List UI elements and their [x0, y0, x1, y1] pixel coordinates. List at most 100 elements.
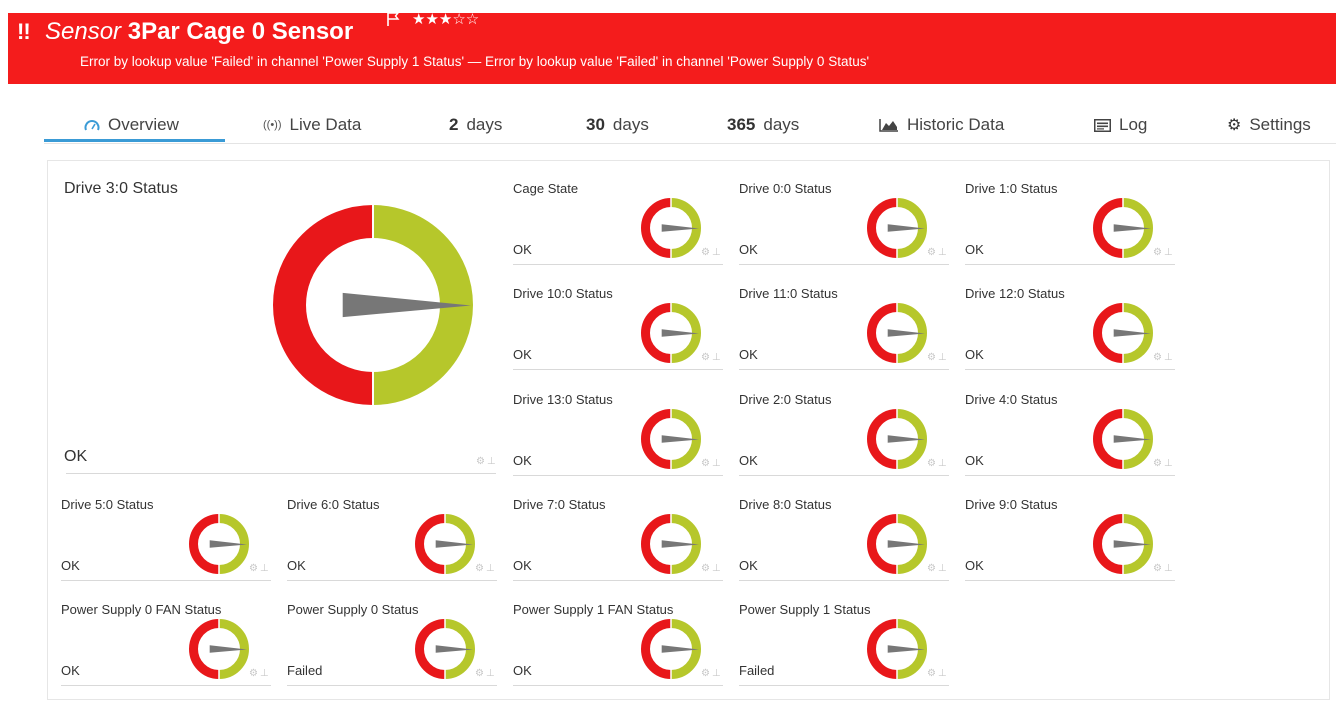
gauge-settings-icon[interactable]: ⚙: [927, 563, 938, 574]
gauge-settings-icon[interactable]: ⚙: [475, 668, 486, 679]
gauge-tools: ⚙⊥: [1153, 247, 1175, 258]
tab-label: days: [612, 115, 649, 134]
pin-icon[interactable]: ⊥: [938, 352, 949, 363]
gauge-value: OK: [61, 558, 80, 573]
gauge-dial: [867, 408, 927, 470]
tab-settings[interactable]: ⚙ Settings: [1227, 108, 1311, 142]
gauge-underline: [965, 475, 1175, 476]
gauge-underline: [739, 685, 949, 686]
gauge-settings-icon[interactable]: ⚙: [1153, 352, 1164, 363]
gauge-name: Drive 0:0 Status: [739, 181, 832, 196]
gauge-settings-icon[interactable]: ⚙: [701, 563, 712, 574]
tab-overview[interactable]: Overview: [84, 108, 179, 142]
gauge-settings-icon[interactable]: ⚙: [927, 247, 938, 258]
gauge-tile-drive-8[interactable]: Drive 8:0 Status OK ⚙⊥: [731, 497, 949, 583]
gauge-settings-icon[interactable]: ⚙: [249, 563, 260, 574]
gauge-settings-icon[interactable]: ⚙: [927, 668, 938, 679]
gauge-wrapper: [640, 618, 702, 685]
gauge-underline: [965, 264, 1175, 265]
gauge-settings-icon[interactable]: ⚙: [701, 668, 712, 679]
pin-icon[interactable]: ⊥: [938, 458, 949, 469]
gauge-dial: [641, 618, 701, 680]
gauge-tile-ps1[interactable]: Power Supply 1 Status Failed ⚙⊥: [731, 602, 949, 688]
gauge-tile-drive-4[interactable]: Drive 4:0 Status OK ⚙⊥: [957, 392, 1175, 478]
gauge-tile-drive-5[interactable]: Drive 5:0 Status OK ⚙⊥: [53, 497, 271, 583]
gauge-tile-drive-6[interactable]: Drive 6:0 Status OK ⚙⊥: [279, 497, 497, 583]
pin-icon[interactable]: ⊥: [486, 668, 497, 679]
tab-2-days[interactable]: 2 days: [449, 108, 502, 142]
broadcast-icon: ((•)): [263, 119, 282, 131]
pin-icon[interactable]: ⊥: [938, 247, 949, 258]
gauge-settings-icon[interactable]: ⚙: [701, 352, 712, 363]
gauge-dial: [641, 408, 701, 470]
gauge-value: OK: [739, 453, 758, 468]
pin-icon[interactable]: ⊥: [260, 668, 271, 679]
tab-historic-data[interactable]: Historic Data: [879, 108, 1004, 142]
pin-icon[interactable]: ⊥: [1164, 247, 1175, 258]
gauge-settings-icon[interactable]: ⚙: [701, 458, 712, 469]
pin-icon[interactable]: ⊥: [712, 458, 723, 469]
gauge-settings-icon[interactable]: ⚙: [1153, 563, 1164, 574]
gauge-underline: [965, 369, 1175, 370]
page-title: Sensor 3Par Cage 0 Sensor: [45, 18, 353, 46]
gauge-settings-icon[interactable]: ⚙: [475, 563, 486, 574]
pin-icon[interactable]: ⊥: [712, 668, 723, 679]
gauge-wrapper: [1092, 513, 1154, 580]
gauge-tile-drive-1[interactable]: Drive 1:0 Status OK ⚙⊥: [957, 181, 1175, 267]
tab-log[interactable]: Log: [1094, 108, 1147, 142]
gauge-name: Power Supply 0 Status: [287, 602, 419, 617]
flag-icon[interactable]: [386, 11, 400, 27]
gauge-wrapper: [414, 618, 476, 685]
gauge-wrapper: [1092, 197, 1154, 264]
pin-icon[interactable]: ⊥: [1164, 563, 1175, 574]
pin-icon[interactable]: ⊥: [712, 247, 723, 258]
gauge-value: OK: [739, 347, 758, 362]
pin-icon[interactable]: ⊥: [712, 352, 723, 363]
gauge-settings-icon[interactable]: ⚙: [249, 668, 260, 679]
gauge-tile-drive-0[interactable]: Drive 0:0 Status OK ⚙⊥: [731, 181, 949, 267]
gauge-tile-main[interactable]: Drive 3:0 Status OK ⚙⊥: [58, 175, 496, 475]
gauge-tile-drive-13[interactable]: Drive 13:0 Status OK ⚙⊥: [505, 392, 723, 478]
pin-icon[interactable]: ⊥: [486, 563, 497, 574]
pin-icon[interactable]: ⊥: [487, 456, 498, 467]
gauge-tile-cage-state[interactable]: Cage State OK ⚙⊥: [505, 181, 723, 267]
gauge-name: Drive 2:0 Status: [739, 392, 832, 407]
gauge-settings-icon[interactable]: ⚙: [1153, 458, 1164, 469]
gauge-tile-drive-7[interactable]: Drive 7:0 Status OK ⚙⊥: [505, 497, 723, 583]
gauge-tile-ps0[interactable]: Power Supply 0 Status Failed ⚙⊥: [279, 602, 497, 688]
gauge-settings-icon[interactable]: ⚙: [701, 247, 712, 258]
gauge-tools: ⚙⊥: [927, 247, 949, 258]
priority-stars[interactable]: ★★★☆☆: [412, 10, 479, 28]
gauge-name: Power Supply 1 Status: [739, 602, 871, 617]
tab-30-days[interactable]: 30 days: [586, 108, 649, 142]
gauge-tile-ps1-fan[interactable]: Power Supply 1 FAN Status OK ⚙⊥: [505, 602, 723, 688]
gauge-tools: ⚙⊥: [249, 563, 271, 574]
gauge-underline: [287, 685, 497, 686]
gauge-tools: ⚙⊥: [249, 668, 271, 679]
gauge-settings-icon[interactable]: ⚙: [927, 458, 938, 469]
gauge-tile-drive-12[interactable]: Drive 12:0 Status OK ⚙⊥: [957, 286, 1175, 372]
gauge-underline: [61, 580, 271, 581]
gauge-settings-icon[interactable]: ⚙: [476, 456, 487, 467]
gauge-value: OK: [61, 663, 80, 678]
gauge-tools: ⚙⊥: [475, 563, 497, 574]
gauge-name: Drive 10:0 Status: [513, 286, 613, 301]
pin-icon[interactable]: ⊥: [712, 563, 723, 574]
tab-365-days[interactable]: 365 days: [727, 108, 799, 142]
tab-bar: Overview ((•)) Live Data 2 days 30 days …: [44, 108, 1336, 144]
gauge-settings-icon[interactable]: ⚙: [927, 352, 938, 363]
gauge-settings-icon[interactable]: ⚙: [1153, 247, 1164, 258]
gauge-tile-ps0-fan[interactable]: Power Supply 0 FAN Status OK ⚙⊥: [53, 602, 271, 688]
pin-icon[interactable]: ⊥: [1164, 458, 1175, 469]
pin-icon[interactable]: ⊥: [938, 668, 949, 679]
gauge-tile-drive-9[interactable]: Drive 9:0 Status OK ⚙⊥: [957, 497, 1175, 583]
gauge-tile-drive-2[interactable]: Drive 2:0 Status OK ⚙⊥: [731, 392, 949, 478]
gauge-dial: [189, 618, 249, 680]
pin-icon[interactable]: ⊥: [938, 563, 949, 574]
gauge-tile-drive-11[interactable]: Drive 11:0 Status OK ⚙⊥: [731, 286, 949, 372]
gauge-tile-drive-10[interactable]: Drive 10:0 Status OK ⚙⊥: [505, 286, 723, 372]
pin-icon[interactable]: ⊥: [1164, 352, 1175, 363]
pin-icon[interactable]: ⊥: [260, 563, 271, 574]
tab-live-data[interactable]: ((•)) Live Data: [263, 108, 361, 142]
gauge-dial: [1093, 197, 1153, 259]
